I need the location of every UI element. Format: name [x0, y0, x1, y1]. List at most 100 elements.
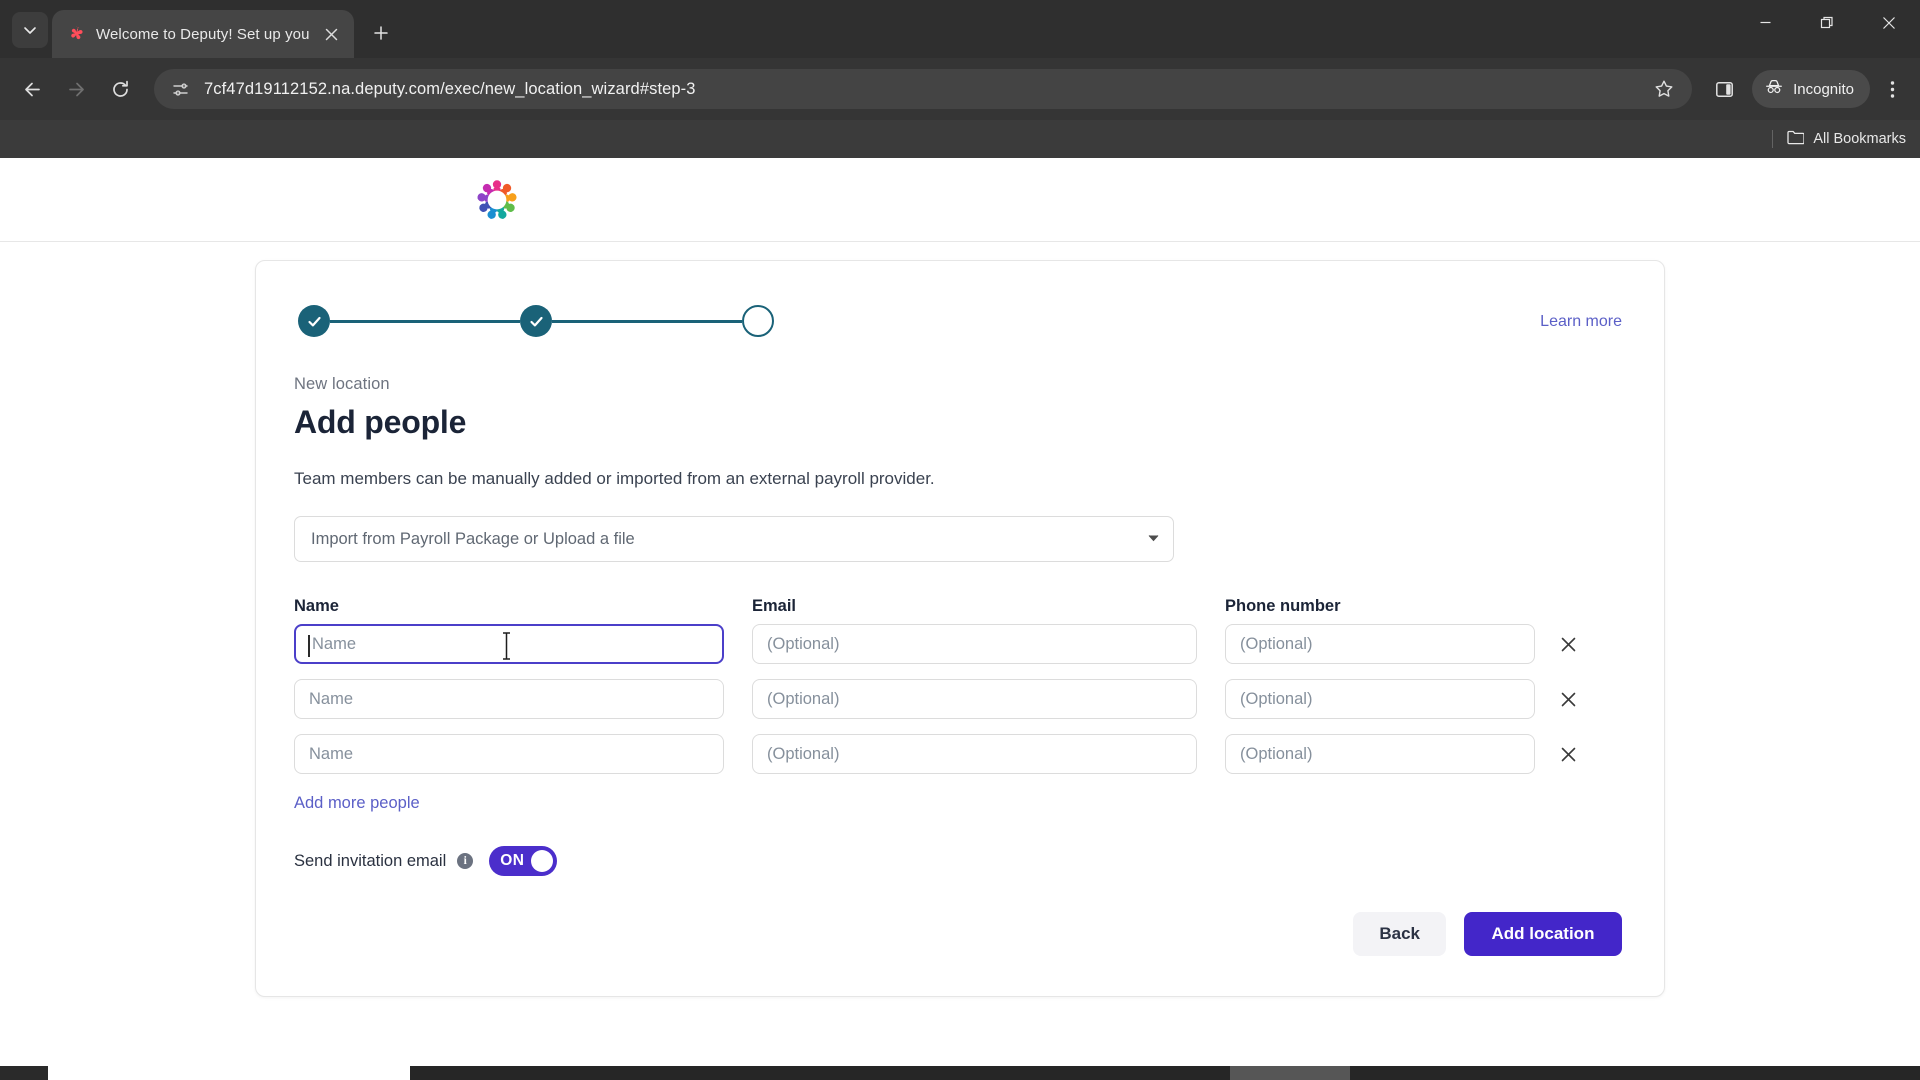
maximize-button[interactable] [1796, 0, 1858, 45]
phone-input-3[interactable]: (Optional) [1225, 734, 1535, 774]
close-icon [1561, 692, 1575, 706]
phone-input-3-placeholder: (Optional) [1240, 744, 1313, 763]
window-controls [1734, 0, 1920, 45]
text-caret [308, 635, 310, 657]
phone-input-2[interactable]: (Optional) [1225, 679, 1535, 719]
bookmarks-bar: All Bookmarks [0, 120, 1920, 158]
add-location-button[interactable]: Add location [1464, 912, 1622, 956]
close-window-button[interactable] [1858, 0, 1920, 45]
column-header-name: Name [294, 597, 339, 615]
side-panel-icon [1715, 81, 1733, 97]
deputy-logo [470, 174, 524, 226]
reload-icon [112, 80, 128, 97]
phone-input-1-placeholder: (Optional) [1240, 634, 1313, 653]
name-input-1-placeholder: Name [312, 634, 357, 653]
address-bar[interactable]: 7cf47d19112152.na.deputy.com/exec/new_lo… [154, 69, 1693, 109]
bookmark-star-icon[interactable] [1650, 75, 1678, 103]
restore-icon [1820, 16, 1833, 28]
incognito-indicator[interactable]: Incognito [1752, 70, 1870, 108]
email-input-2[interactable]: (Optional) [752, 679, 1197, 719]
remove-row-button-3[interactable] [1555, 741, 1581, 767]
table-row: Name (Optional) (Optional) [294, 734, 1626, 774]
tab-search-button[interactable] [12, 12, 48, 48]
close-icon [1561, 747, 1575, 761]
more-vertical-icon [1890, 80, 1894, 98]
table-row: Name (Optional) (Optional) [294, 679, 1626, 719]
close-icon [1883, 16, 1895, 29]
page-content: Learn more New location Add people Team … [0, 158, 1920, 1058]
email-input-1-placeholder: (Optional) [767, 634, 840, 653]
page-title: Add people [294, 404, 467, 440]
browser-window: Welcome to Deputy! Set up you 7cf47d1911… [0, 0, 1920, 1080]
progress-stepper [294, 295, 774, 337]
wizard-container: Learn more New location Add people Team … [0, 242, 1920, 997]
step-connector-1 [330, 319, 520, 323]
send-invitation-label: Send invitation email [294, 851, 447, 870]
remove-row-button-1[interactable] [1555, 631, 1581, 657]
taskbar-segment [48, 1066, 410, 1080]
column-header-phone: Phone number [1225, 597, 1341, 615]
tab-close-icon[interactable] [320, 22, 344, 46]
step-1-complete[interactable] [298, 305, 330, 337]
url-text[interactable]: 7cf47d19112152.na.deputy.com/exec/new_lo… [204, 80, 1636, 99]
info-icon[interactable]: i [457, 853, 474, 869]
table-header-row: Name Email Phone number [294, 597, 1626, 616]
name-input-2-placeholder: Name [309, 689, 354, 708]
taskbar-segment [0, 1066, 48, 1080]
side-panel-button[interactable] [1704, 69, 1744, 109]
add-more-people-link[interactable]: Add more people [294, 794, 420, 813]
wizard-eyebrow: New location [294, 375, 390, 393]
email-input-3[interactable]: (Optional) [752, 734, 1197, 774]
toggle-knob [531, 850, 554, 872]
bookmarks-divider [1772, 130, 1774, 148]
deputy-favicon [66, 24, 86, 44]
email-input-1[interactable]: (Optional) [752, 624, 1197, 664]
remove-row-button-2[interactable] [1555, 686, 1581, 712]
name-input-3[interactable]: Name [294, 734, 724, 774]
import-source-value: Import from Payroll Package or Upload a … [311, 529, 635, 548]
mouse-cursor-ibeam [502, 632, 511, 660]
close-icon [1561, 637, 1575, 651]
taskbar-segment [410, 1066, 1230, 1080]
all-bookmarks-label: All Bookmarks [1813, 131, 1906, 147]
card-header: Learn more [294, 295, 1626, 337]
incognito-icon [1764, 77, 1784, 101]
browser-tab[interactable]: Welcome to Deputy! Set up you [52, 10, 354, 58]
phone-input-1[interactable]: (Optional) [1225, 624, 1535, 664]
wizard-card: Learn more New location Add people Team … [255, 260, 1665, 997]
step-3-current[interactable] [742, 305, 774, 337]
import-source-select[interactable]: Import from Payroll Package or Upload a … [294, 516, 1174, 562]
tab-title: Welcome to Deputy! Set up you [96, 25, 310, 43]
step-connector-2 [552, 319, 742, 323]
browser-toolbar: 7cf47d19112152.na.deputy.com/exec/new_lo… [0, 58, 1920, 120]
check-icon [307, 316, 321, 326]
column-header-email: Email [752, 597, 797, 615]
minimize-button[interactable] [1734, 0, 1796, 45]
browser-menu-button[interactable] [1874, 69, 1910, 109]
email-input-3-placeholder: (Optional) [767, 744, 840, 763]
name-input-1[interactable]: Name [294, 624, 724, 664]
arrow-left-icon [24, 82, 40, 96]
name-input-3-placeholder: Name [309, 744, 354, 763]
incognito-label: Incognito [1793, 80, 1854, 98]
email-input-2-placeholder: (Optional) [767, 689, 840, 708]
step-2-complete[interactable] [520, 305, 552, 337]
send-invitation-toggle[interactable]: ON [489, 846, 558, 876]
plus-icon [373, 26, 388, 40]
all-bookmarks-button[interactable]: All Bookmarks [1787, 130, 1906, 149]
reload-button[interactable] [100, 69, 140, 109]
tab-strip: Welcome to Deputy! Set up you [0, 0, 1920, 58]
os-taskbar-strip [0, 1066, 1920, 1080]
minimize-icon [1760, 21, 1770, 24]
back-button[interactable]: Back [1353, 912, 1446, 956]
page-subtitle: Team members can be manually added or im… [294, 469, 935, 488]
send-invitation-row: Send invitation email i ON [294, 846, 1626, 876]
chevron-down-icon [1148, 533, 1159, 545]
card-footer: Back Add location [294, 912, 1626, 956]
name-input-2[interactable]: Name [294, 679, 724, 719]
forward-button[interactable] [56, 69, 96, 109]
back-button[interactable] [12, 69, 52, 109]
site-settings-icon[interactable] [170, 79, 190, 99]
new-tab-button[interactable] [364, 16, 398, 50]
learn-more-link[interactable]: Learn more [1540, 295, 1626, 331]
